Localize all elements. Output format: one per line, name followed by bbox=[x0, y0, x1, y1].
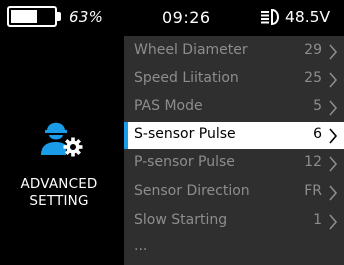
clock: 09:26 bbox=[162, 8, 211, 27]
headlight-icon bbox=[261, 9, 279, 25]
chevron-right-icon bbox=[329, 156, 338, 172]
menu-item-label: Speed Liitation bbox=[134, 70, 239, 86]
menu-item-label: Sensor Direction bbox=[134, 183, 250, 199]
menu-item-sensor-direction[interactable]: Sensor Direction FR bbox=[124, 179, 344, 206]
settings-menu: Wheel Diameter 29 Speed Liitation 25 PAS… bbox=[124, 36, 344, 265]
chevron-right-icon bbox=[329, 100, 338, 116]
voltage-readout: 48.5V bbox=[285, 8, 331, 26]
menu-item-p-sensor-pulse[interactable]: P-sensor Pulse 12 bbox=[124, 150, 344, 177]
chevron-right-icon bbox=[329, 185, 338, 201]
status-bar: 63% 09:26 48.5V bbox=[0, 0, 344, 36]
menu-item-value: 1 bbox=[313, 212, 322, 228]
menu-item-slow-starting[interactable]: Slow Starting 1 bbox=[124, 208, 344, 235]
more-indicator: ... bbox=[134, 238, 148, 254]
menu-item-label: PAS Mode bbox=[134, 98, 203, 114]
chevron-right-icon bbox=[329, 72, 338, 88]
chevron-right-icon bbox=[329, 128, 338, 144]
menu-item-value: 6 bbox=[313, 126, 322, 142]
menu-item-pas-mode[interactable]: PAS Mode 5 bbox=[124, 94, 344, 121]
menu-item-value: 5 bbox=[313, 98, 322, 114]
chevron-right-icon bbox=[329, 214, 338, 230]
battery-icon bbox=[7, 6, 57, 27]
page-title-line2: SETTING bbox=[29, 193, 89, 209]
menu-item-value: 29 bbox=[304, 42, 322, 58]
menu-item-value: FR bbox=[304, 183, 322, 199]
menu-item-label: Wheel Diameter bbox=[134, 42, 248, 58]
menu-item-label: P-sensor Pulse bbox=[134, 154, 235, 170]
chevron-right-icon bbox=[329, 44, 338, 60]
battery-fill bbox=[11, 10, 37, 23]
page-title-line1: ADVANCED bbox=[20, 176, 98, 192]
menu-item-value: 12 bbox=[304, 154, 322, 170]
menu-item-label: S-sensor Pulse bbox=[134, 126, 236, 142]
menu-item-speed-limitation[interactable]: Speed Liitation 25 bbox=[124, 66, 344, 93]
menu-item-label: Slow Starting bbox=[134, 212, 228, 228]
battery-percent: 63% bbox=[69, 8, 104, 26]
menu-item-value: 25 bbox=[304, 70, 322, 86]
menu-item-wheel-diameter[interactable]: Wheel Diameter 29 bbox=[124, 38, 344, 65]
battery-tip bbox=[57, 12, 61, 21]
page-title: ADVANCED SETTING bbox=[0, 176, 118, 210]
selection-indicator bbox=[124, 122, 128, 149]
menu-item-s-sensor-pulse[interactable]: S-sensor Pulse 6 bbox=[124, 122, 344, 149]
user-settings-icon bbox=[41, 122, 83, 157]
